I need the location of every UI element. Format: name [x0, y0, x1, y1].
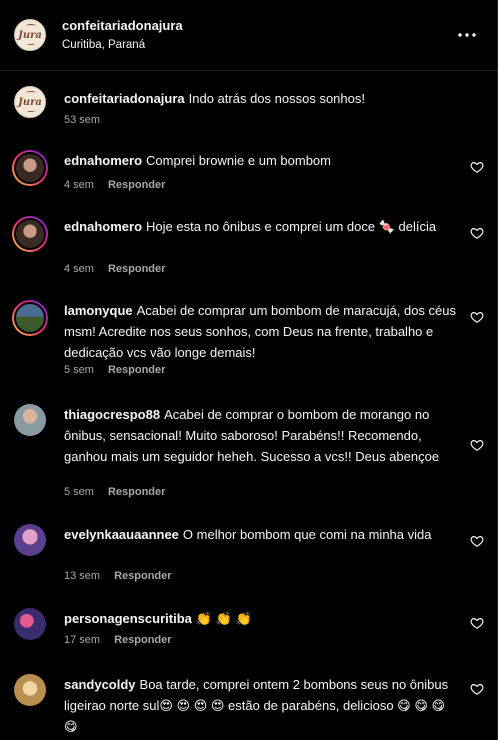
- reply-button[interactable]: Responder: [108, 263, 165, 275]
- comment-meta: 4 sem Responder: [64, 263, 165, 275]
- logo-text: Jura: [18, 96, 42, 108]
- comment-username[interactable]: lamonyque: [64, 303, 133, 318]
- like-heart-icon[interactable]: [470, 616, 484, 630]
- comment-text-block: evelynkaauaannee O melhor bombom que comi…: [64, 524, 456, 545]
- comment-meta: 17 sem Responder: [64, 634, 172, 646]
- like-heart-icon[interactable]: [470, 226, 484, 240]
- comment-username[interactable]: ednahomero: [64, 153, 142, 168]
- comment-meta: 5 sem Responder: [64, 486, 165, 498]
- logo-text: Jura: [18, 29, 42, 41]
- comment-meta: 13 sem Responder: [64, 570, 172, 582]
- reply-button[interactable]: Responder: [108, 486, 165, 498]
- comment-text: Hoje esta no ônibus e comprei um doce 🍬 …: [146, 219, 437, 234]
- like-heart-icon[interactable]: [470, 438, 484, 452]
- comment-text: Comprei brownie e um bombom: [146, 153, 331, 168]
- commenter-avatar[interactable]: [12, 216, 48, 252]
- commenter-avatar[interactable]: [14, 674, 46, 706]
- comment-time[interactable]: 4 sem: [64, 263, 94, 275]
- comment-time[interactable]: 5 sem: [64, 364, 94, 376]
- reply-button[interactable]: Responder: [108, 179, 165, 191]
- comment-text-block: thiagocrespo88 Acabei de comprar o bombom…: [64, 404, 456, 467]
- commenter-avatar[interactable]: [12, 150, 48, 186]
- more-options-button[interactable]: [454, 24, 480, 46]
- like-heart-icon[interactable]: [470, 160, 484, 174]
- caption-avatar[interactable]: Jura: [14, 86, 46, 118]
- caption-text: Indo atrás dos nossos sonhos!: [188, 91, 365, 106]
- commenter-avatar[interactable]: [14, 524, 46, 556]
- commenter-avatar[interactable]: [14, 608, 46, 640]
- comment-text-block: ednahomero Hoje esta no ônibus e comprei …: [64, 216, 456, 237]
- comment-meta: 5 sem Responder: [64, 364, 165, 376]
- comment-text-block: sandycoldy Boa tarde, comprei ontem 2 bom…: [64, 674, 456, 737]
- comment-time[interactable]: 5 sem: [64, 486, 94, 498]
- commenter-avatar[interactable]: [14, 404, 46, 436]
- reply-button[interactable]: Responder: [114, 634, 171, 646]
- comment-time[interactable]: 17 sem: [64, 634, 100, 646]
- reply-button[interactable]: Responder: [114, 570, 171, 582]
- comment-username[interactable]: personagenscuritiba: [64, 611, 192, 626]
- comment-username[interactable]: thiagocrespo88: [64, 407, 160, 422]
- more-horizontal-icon: [458, 33, 476, 37]
- commenter-avatar[interactable]: [12, 300, 48, 336]
- caption-username[interactable]: confeitariadonajura: [64, 91, 185, 106]
- caption-meta: 53 sem: [64, 114, 100, 126]
- comment-username[interactable]: sandycoldy: [64, 677, 136, 692]
- comment-text: O melhor bombom que comi na minha vida: [182, 527, 432, 542]
- caption-text-block: confeitariadonajura Indo atrás dos nossos…: [64, 88, 456, 109]
- comment-text-block: lamonyque Acabei de comprar um bombom de …: [64, 300, 456, 363]
- like-heart-icon[interactable]: [470, 310, 484, 324]
- comment-text-block: ednahomero Comprei brownie e um bombom: [64, 150, 456, 171]
- comment-meta: 4 sem Responder: [64, 179, 165, 191]
- comment-username[interactable]: ednahomero: [64, 219, 142, 234]
- account-avatar[interactable]: Jura: [14, 19, 46, 51]
- comment-text: 👏 👏 👏: [195, 611, 252, 626]
- comment-username[interactable]: evelynkaauaannee: [64, 527, 179, 542]
- caption-time[interactable]: 53 sem: [64, 114, 100, 126]
- post-header: Jura confeitariadonajura Curitiba, Paran…: [0, 0, 498, 71]
- like-heart-icon[interactable]: [470, 534, 484, 548]
- comment-time[interactable]: 13 sem: [64, 570, 100, 582]
- reply-button[interactable]: Responder: [108, 364, 165, 376]
- account-name[interactable]: confeitariadonajura: [62, 18, 183, 33]
- location-label[interactable]: Curitiba, Paraná: [62, 39, 145, 51]
- comment-time[interactable]: 4 sem: [64, 179, 94, 191]
- like-heart-icon[interactable]: [470, 682, 484, 696]
- comment-text-block: personagenscuritiba 👏 👏 👏: [64, 608, 456, 629]
- comments-panel: Jura confeitariadonajura Curitiba, Paran…: [0, 0, 498, 740]
